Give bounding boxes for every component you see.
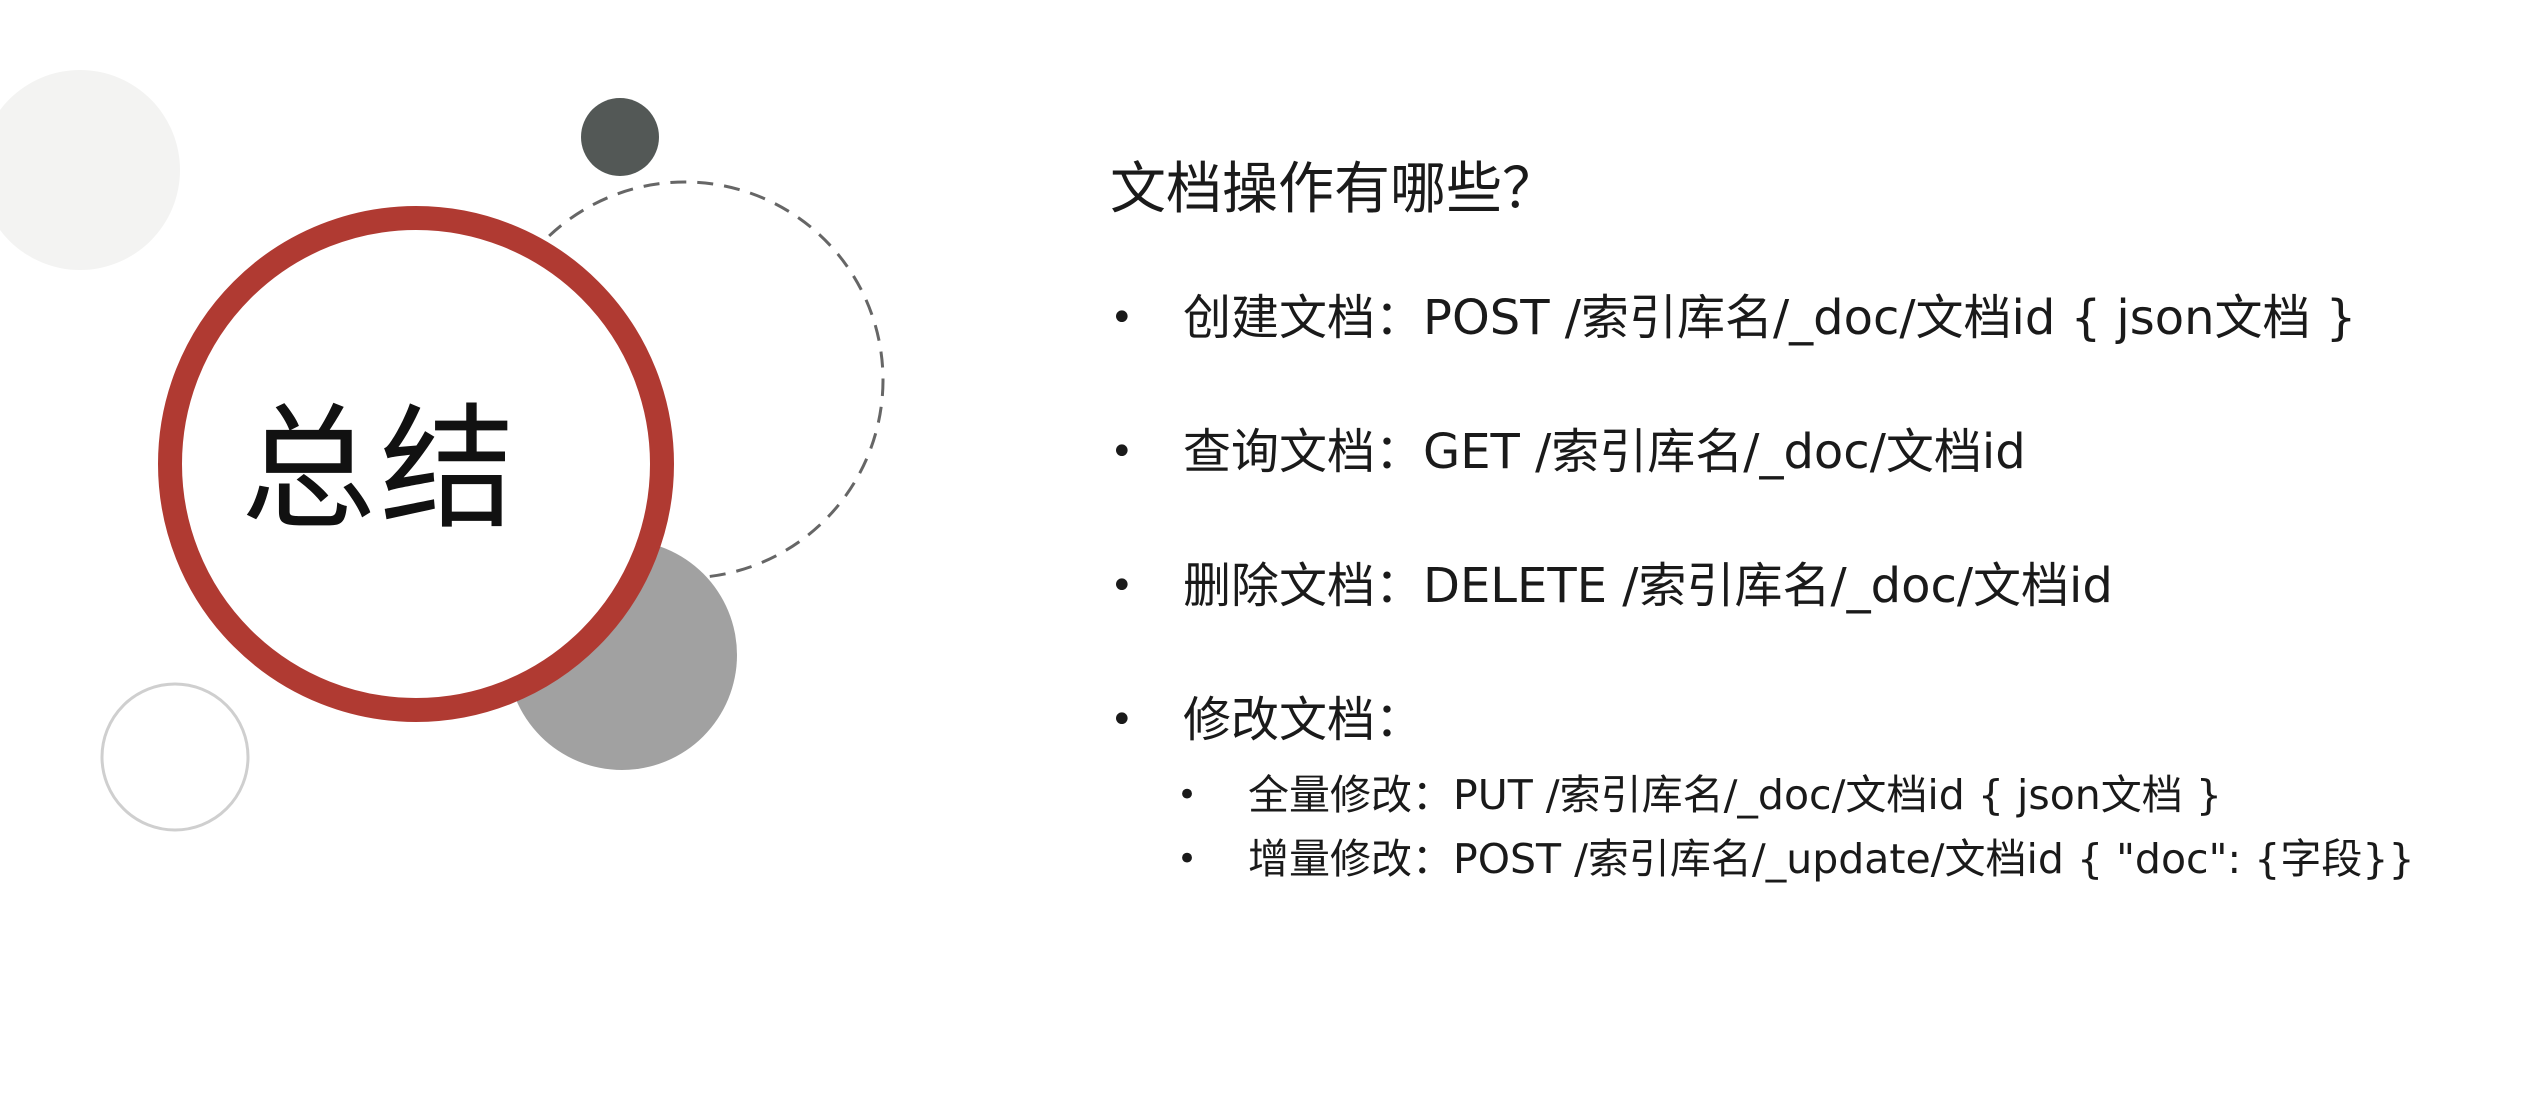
bullet: •: [1110, 563, 1134, 609]
dark-dot-circle: [581, 98, 659, 176]
light-gray-circle: [0, 70, 180, 270]
subitem-text: PUT /索引库名/_doc/文档id { json文档 }: [1453, 771, 2222, 819]
item-label: 修改文档：: [1183, 692, 1424, 748]
sub-bullet: •: [1177, 839, 1198, 879]
subitem-label: 增量修改：: [1248, 835, 1453, 883]
question-heading: 文档操作有哪些？: [1110, 157, 1558, 222]
content-area: 文档操作有哪些？ • 创建文档：POST /索引库名/_doc/文档id { j…: [1110, 155, 2510, 891]
list-item-query: • 查询文档：GET /索引库名/_doc/文档id: [1110, 417, 2510, 487]
operation-list: • 创建文档：POST /索引库名/_doc/文档id { json文档 } •…: [1110, 283, 2510, 891]
item-label: 删除文档：: [1183, 558, 1424, 614]
bullet: •: [1110, 429, 1134, 475]
item-text: POST /索引库名/_doc/文档id { json文档 }: [1423, 290, 2357, 346]
bullet: •: [1110, 697, 1134, 743]
item-text: DELETE /索引库名/_doc/文档id: [1423, 558, 2113, 614]
item-label: 查询文档：: [1183, 424, 1424, 480]
subitem-text: POST /索引库名/_update/文档id { "doc": {字段}}: [1453, 835, 2415, 883]
summary-title: 总结: [241, 391, 519, 548]
update-sublist: • 全量修改：PUT /索引库名/_doc/文档id { json文档 } • …: [1177, 763, 2510, 891]
list-item-delete: • 删除文档：DELETE /索引库名/_doc/文档id: [1110, 551, 2510, 621]
sublist-item-partial-update: • 增量修改：POST /索引库名/_update/文档id { "doc": …: [1110, 827, 2510, 891]
sublist-item-full-update: • 全量修改：PUT /索引库名/_doc/文档id { json文档 }: [1110, 763, 2510, 827]
list-item-create: • 创建文档：POST /索引库名/_doc/文档id { json文档 }: [1110, 283, 2510, 353]
sub-bullet: •: [1177, 775, 1198, 815]
item-label: 创建文档：: [1183, 290, 1424, 346]
list-item-update: • 修改文档： • 全量修改：PUT /索引库名/_doc/文档id { jso…: [1110, 685, 2510, 891]
slide: 总结 文档操作有哪些？ • 创建文档：POST /索引库名/_doc/文档id …: [0, 0, 2540, 1098]
outline-circle: [100, 682, 250, 832]
item-text: GET /索引库名/_doc/文档id: [1423, 424, 2026, 480]
bullet: •: [1110, 295, 1134, 341]
subitem-label: 全量修改：: [1248, 771, 1453, 819]
